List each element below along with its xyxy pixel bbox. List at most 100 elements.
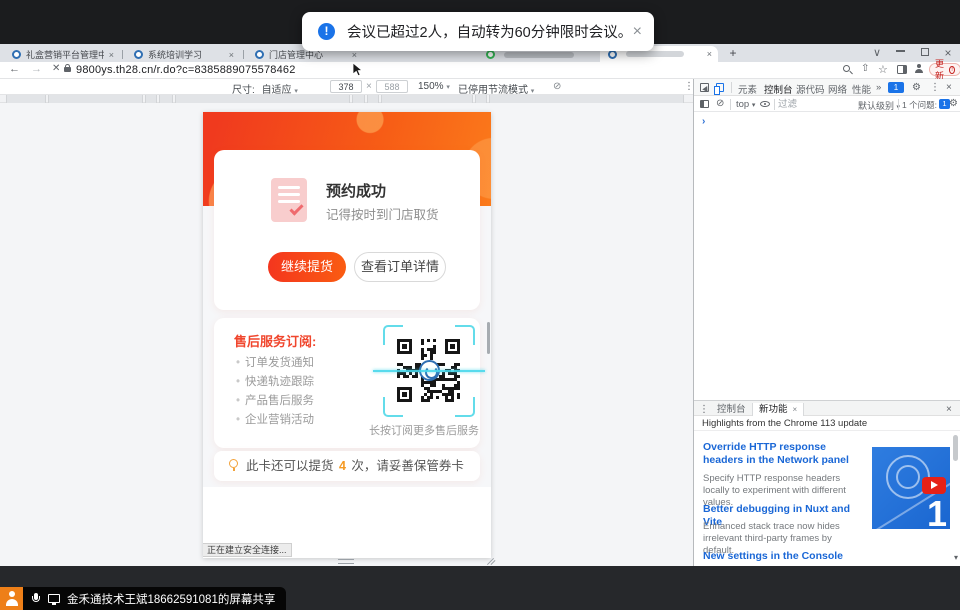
more-tabs-icon[interactable]: » [876, 82, 881, 93]
drawer-close-icon[interactable]: × [946, 404, 952, 415]
device-width-input[interactable] [330, 80, 362, 93]
continue-pickup-button[interactable]: 继续提货 [268, 252, 346, 282]
back-icon[interactable]: ← [9, 63, 20, 75]
tab-performance[interactable]: 性能 [852, 82, 871, 96]
screen-share-icon[interactable] [48, 594, 60, 603]
chevron-down-icon: ▾ [446, 84, 450, 91]
viewport-resize-handle[interactable] [338, 559, 354, 564]
scroll-down-icon[interactable]: ▾ [954, 553, 958, 562]
drawer-scrollbar[interactable] [953, 435, 958, 461]
bookmark-star-icon[interactable]: ☆ [878, 63, 888, 76]
console-sidebar-icon[interactable] [700, 100, 709, 108]
play-button-icon[interactable] [922, 477, 946, 494]
service-item: •产品售后服务 [236, 392, 314, 408]
presenter-avatar-icon [0, 587, 23, 610]
lock-icon[interactable] [64, 67, 71, 72]
window-menu-chevron-icon[interactable]: ∨ [870, 46, 884, 59]
tab-training[interactable]: 系统培训学习 × [126, 47, 240, 62]
console-filter-input[interactable] [778, 98, 854, 110]
whats-new-header: Highlights from the Chrome 113 update [694, 416, 960, 431]
devtools-close-icon[interactable]: × [946, 82, 952, 93]
side-panel-icon[interactable] [897, 65, 907, 74]
more-vert-icon[interactable]: ⋮ [930, 82, 940, 93]
tab-console[interactable]: 控制台 [764, 82, 793, 96]
meeting-toast: ! 会议已超过2人，自动转为60分钟限时会议。 × [302, 12, 654, 51]
profile-icon[interactable] [914, 64, 924, 74]
video-number: 1 [927, 493, 947, 529]
toast-close-icon[interactable]: × [633, 23, 642, 41]
tab-divider [243, 50, 244, 59]
device-toolbar-toggle-icon[interactable] [716, 83, 724, 92]
view-order-button[interactable]: 查看订单详情 [354, 252, 446, 282]
tab-close-icon[interactable]: × [109, 50, 114, 60]
whats-new-link[interactable]: New settings in the Console [703, 550, 867, 563]
update-label: 更新 [935, 58, 946, 82]
tab-network[interactable]: 网络 [828, 82, 847, 96]
issues-label[interactable]: 1 个问题: [902, 99, 937, 111]
dimension-multiply-label: × [366, 81, 372, 92]
after-sales-card: 售后服务订阅: •订单发货通知 •快递轨迹跟踪 •产品售后服务 •企业营销活动 … [214, 318, 480, 448]
update-chrome-button[interactable]: 更新 ! [929, 63, 960, 76]
share-icon[interactable]: ⇧ [861, 63, 869, 74]
tab-obscured-label [504, 52, 574, 58]
whats-new-video-thumbnail[interactable]: 1 [872, 447, 950, 529]
device-height-input[interactable] [376, 80, 408, 93]
divider [731, 82, 732, 93]
qr-caption: 长按订阅更多售后服务 [354, 422, 491, 438]
tab-gift-admin[interactable]: 礼盒营销平台管理中心 × [4, 47, 120, 62]
log-levels-select[interactable]: 默认级别 ▾ [858, 99, 900, 112]
drawer-tab-close-icon[interactable]: × [793, 405, 798, 414]
media-query-ruler [0, 95, 693, 103]
tab-favicon [134, 50, 143, 59]
tab-elements[interactable]: 元素 [738, 82, 757, 96]
service-item: •企业营销活动 [236, 411, 314, 427]
viewport-resize-corner[interactable] [486, 555, 496, 565]
inspect-element-icon[interactable] [700, 83, 709, 92]
info-icon: ! [318, 23, 335, 40]
forward-icon[interactable]: → [31, 63, 42, 75]
throttle-select[interactable]: 已停用节流模式 ▾ [458, 81, 534, 96]
whats-new-link[interactable]: Override HTTP response headers in the Ne… [703, 441, 867, 467]
url-text[interactable]: 9800ys.th28.cn/r.do?c=8385889075578462 [76, 64, 296, 76]
divider [774, 99, 775, 110]
stop-loading-icon[interactable]: ✕ [52, 63, 60, 74]
console-messages-badge[interactable]: 1 [888, 82, 904, 93]
drawer-tabbar: ⋮ 控制台 新功能× × [694, 400, 960, 416]
divider [898, 99, 899, 110]
drawer-more-icon[interactable]: ⋮ [699, 404, 709, 415]
qr-code[interactable] [383, 325, 475, 417]
update-alert-icon: ! [949, 66, 955, 74]
pickup-tip-card: 此卡还可以提货 4 次，请妥善保管券卡 [214, 451, 480, 481]
gear-icon[interactable]: ⚙ [912, 82, 921, 93]
window-restore-button[interactable] [921, 48, 929, 56]
tab-label: 礼盒营销平台管理中心 [26, 48, 104, 61]
context-select[interactable]: top ▾ [736, 99, 755, 110]
success-title: 预约成功 [326, 180, 386, 201]
drawer-tab-whats-new[interactable]: 新功能× [752, 403, 804, 417]
new-tab-button[interactable]: + [726, 47, 740, 61]
zoom-indicator-icon[interactable] [843, 65, 850, 72]
lightbulb-icon [229, 459, 238, 468]
microphone-icon[interactable] [33, 593, 39, 605]
eye-icon[interactable] [760, 101, 770, 107]
tab-close-icon[interactable]: × [352, 50, 357, 60]
tab-close-icon[interactable]: × [229, 50, 234, 60]
emulation-viewport: 预约成功 记得按时到门店取货 继续提货 查看订单详情 售后服务订阅: •订单发货… [0, 95, 693, 566]
qr-scanline [373, 370, 485, 372]
tab-sources[interactable]: 源代码 [796, 82, 825, 96]
device-zoom-select[interactable]: 150% ▾ [418, 81, 450, 92]
divider [730, 99, 731, 110]
rotate-icon[interactable]: ⊘ [553, 81, 561, 92]
clear-console-icon[interactable]: ⊘ [716, 98, 724, 109]
chevron-down-icon: ▾ [531, 88, 535, 95]
console-settings-gear-icon[interactable]: ⚙ [949, 98, 958, 109]
success-subtitle: 记得按时到门店取货 [326, 204, 439, 223]
console-prompt-icon[interactable]: › [702, 116, 705, 127]
page-scrollbar[interactable] [487, 322, 490, 354]
tab-close-icon[interactable]: × [707, 49, 712, 59]
tab-obscured-label [626, 51, 684, 57]
window-minimize-button[interactable] [896, 50, 905, 52]
pickup-count: 4 [337, 459, 348, 473]
drawer-tab-console[interactable]: 控制台 [711, 403, 752, 417]
tab-favicon [12, 50, 21, 59]
